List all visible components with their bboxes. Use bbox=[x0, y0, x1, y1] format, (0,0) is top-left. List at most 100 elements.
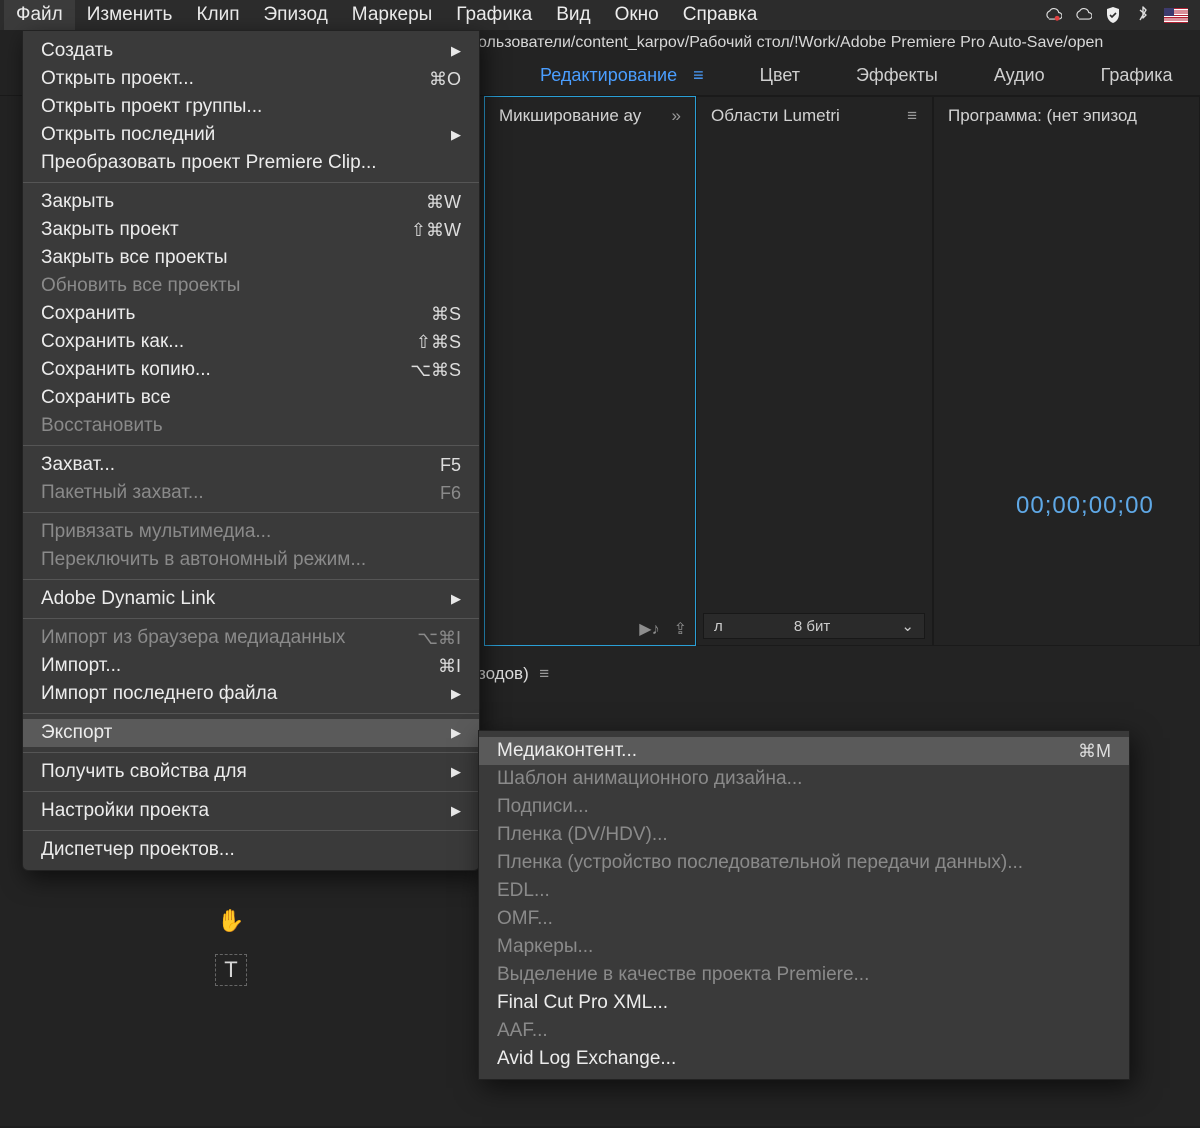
hand-tool-icon[interactable]: ✋ bbox=[216, 906, 246, 936]
panel-menu-icon[interactable]: ≡ bbox=[534, 664, 551, 683]
export-dropdown: Медиаконтент...⌘MШаблон анимационного ди… bbox=[478, 730, 1130, 1080]
menu-markers[interactable]: Маркеры bbox=[340, 0, 445, 30]
file-menu-item-3[interactable]: Открыть последний▶ bbox=[23, 121, 479, 149]
panel-menu-icon[interactable]: ≡ bbox=[907, 106, 918, 126]
menu-item-label: Захват... bbox=[41, 454, 115, 476]
submenu-arrow-icon: ▶ bbox=[451, 725, 461, 741]
menu-item-label: Открыть проект... bbox=[41, 68, 194, 90]
file-menu-item-13[interactable]: Сохранить все bbox=[23, 384, 479, 412]
export-menu-item-9[interactable]: Final Cut Pro XML... bbox=[479, 989, 1129, 1017]
menu-separator bbox=[23, 445, 479, 446]
menu-edit[interactable]: Изменить bbox=[75, 0, 185, 30]
shield-check-icon[interactable] bbox=[1104, 6, 1122, 24]
type-tool-icon[interactable]: T bbox=[215, 954, 247, 986]
file-menu-item-4[interactable]: Преобразовать проект Premiere Clip... bbox=[23, 149, 479, 177]
menubar: Файл Изменить Клип Эпизод Маркеры График… bbox=[0, 0, 1200, 30]
menu-window[interactable]: Окно bbox=[603, 0, 671, 30]
file-menu-item-6[interactable]: Закрыть⌘W bbox=[23, 188, 479, 216]
file-menu-item-26[interactable]: Импорт последнего файла▶ bbox=[23, 680, 479, 708]
menu-separator bbox=[23, 752, 479, 753]
workspace-tab-editing[interactable]: Редактирование bbox=[540, 65, 677, 86]
file-menu-item-30[interactable]: Получить свойства для▶ bbox=[23, 758, 479, 786]
menu-item-label: Подписи... bbox=[497, 796, 589, 818]
menu-item-shortcut: ⇧⌘W bbox=[411, 220, 461, 241]
chevron-right-icon[interactable]: » bbox=[672, 106, 681, 126]
export-menu-item-11[interactable]: Avid Log Exchange... bbox=[479, 1045, 1129, 1073]
workspace-tab-graphics[interactable]: Графика bbox=[1101, 65, 1173, 86]
timeline-title-text: зодов) bbox=[478, 664, 529, 683]
file-menu-item-12[interactable]: Сохранить копию...⌥⌘S bbox=[23, 356, 479, 384]
export-menu-item-0[interactable]: Медиаконтент...⌘M bbox=[479, 737, 1129, 765]
file-menu-item-7[interactable]: Закрыть проект⇧⌘W bbox=[23, 216, 479, 244]
panel-lumetri[interactable]: Области Lumetri ≡ л 8 бит ⌄ bbox=[696, 96, 933, 646]
menu-item-label: AAF... bbox=[497, 1020, 548, 1042]
panel-program[interactable]: Программа: (нет эпизод 00;00;00;00 bbox=[933, 96, 1200, 646]
play-note-icon[interactable]: ▶♪ bbox=[639, 619, 659, 639]
menu-item-shortcut: ⌥⌘I bbox=[417, 628, 461, 649]
workspace-tab-effects[interactable]: Эффекты bbox=[856, 65, 938, 86]
menu-file[interactable]: Файл bbox=[4, 0, 75, 30]
menu-item-label: EDL... bbox=[497, 880, 550, 902]
file-menu-item-16[interactable]: Захват...F5 bbox=[23, 451, 479, 479]
workspace-menu-icon[interactable]: ≡ bbox=[693, 65, 704, 86]
menu-item-label: Настройки проекта bbox=[41, 800, 209, 822]
menu-help[interactable]: Справка bbox=[671, 0, 770, 30]
menu-item-label: Пакетный захват... bbox=[41, 482, 204, 504]
export-menu-item-4: Пленка (устройство последовательной пере… bbox=[479, 849, 1129, 877]
menu-item-label: Пленка (DV/HDV)... bbox=[497, 824, 668, 846]
chevron-down-icon: ⌄ bbox=[901, 617, 914, 635]
cloud-icon[interactable] bbox=[1074, 6, 1092, 24]
menu-separator bbox=[23, 182, 479, 183]
file-menu-item-25[interactable]: Импорт...⌘I bbox=[23, 652, 479, 680]
panel-title: Микширование ау bbox=[499, 106, 641, 126]
flag-us-icon[interactable] bbox=[1164, 8, 1188, 23]
menu-item-label: Импорт... bbox=[41, 655, 121, 677]
menu-item-label: Пленка (устройство последовательной пере… bbox=[497, 852, 1023, 874]
menu-item-label: Импорт последнего файла bbox=[41, 683, 277, 705]
file-menu-item-0[interactable]: Создать▶ bbox=[23, 37, 479, 65]
menu-item-label: Final Cut Pro XML... bbox=[497, 992, 668, 1014]
workspace-tab-audio[interactable]: Аудио bbox=[994, 65, 1045, 86]
submenu-arrow-icon: ▶ bbox=[451, 803, 461, 819]
menu-item-label: Экспорт bbox=[41, 722, 112, 744]
menu-item-label: Adobe Dynamic Link bbox=[41, 588, 215, 610]
export-icon[interactable]: ⇪ bbox=[674, 619, 687, 639]
file-menu-item-1[interactable]: Открыть проект...⌘O bbox=[23, 65, 479, 93]
panel-audio-mixer[interactable]: Микширование ау » ▶♪ ⇪ bbox=[484, 96, 696, 646]
cloud-sync-icon[interactable] bbox=[1044, 6, 1062, 24]
menubar-tray bbox=[1044, 6, 1196, 24]
menu-item-label: Медиаконтент... bbox=[497, 740, 637, 762]
menu-separator bbox=[23, 512, 479, 513]
menu-clip[interactable]: Клип bbox=[184, 0, 251, 30]
file-menu-item-28[interactable]: Экспорт ▶ bbox=[23, 719, 479, 747]
export-menu-item-8: Выделение в качестве проекта Premiere... bbox=[479, 961, 1129, 989]
menu-item-label: Закрыть bbox=[41, 191, 114, 213]
file-menu-item-2[interactable]: Открыть проект группы... bbox=[23, 93, 479, 121]
menu-sequence[interactable]: Эпизод bbox=[252, 0, 340, 30]
menu-item-label: Диспетчер проектов... bbox=[41, 839, 235, 861]
export-menu-item-2: Подписи... bbox=[479, 793, 1129, 821]
menu-graphics[interactable]: Графика bbox=[444, 0, 544, 30]
file-menu-item-22[interactable]: Adobe Dynamic Link▶ bbox=[23, 585, 479, 613]
bit-depth-select[interactable]: л 8 бит ⌄ bbox=[703, 613, 925, 639]
menu-separator bbox=[23, 579, 479, 580]
menu-separator bbox=[23, 830, 479, 831]
menu-view[interactable]: Вид bbox=[544, 0, 602, 30]
export-menu-item-6: OMF... bbox=[479, 905, 1129, 933]
workspace-tab-color[interactable]: Цвет bbox=[760, 65, 800, 86]
file-menu-item-14: Восстановить bbox=[23, 412, 479, 440]
file-menu-item-34[interactable]: Диспетчер проектов... bbox=[23, 836, 479, 864]
file-menu-item-32[interactable]: Настройки проекта ▶ bbox=[23, 797, 479, 825]
file-menu-item-10[interactable]: Сохранить⌘S bbox=[23, 300, 479, 328]
file-menu-item-19: Привязать мультимедиа... bbox=[23, 518, 479, 546]
file-menu-item-24: Импорт из браузера медиаданных⌥⌘I bbox=[23, 624, 479, 652]
file-menu-item-11[interactable]: Сохранить как...⇧⌘S bbox=[23, 328, 479, 356]
menu-item-label: Сохранить bbox=[41, 303, 135, 325]
menu-item-label: Сохранить как... bbox=[41, 331, 184, 353]
menu-item-label: Выделение в качестве проекта Premiere... bbox=[497, 964, 869, 986]
file-menu-item-8[interactable]: Закрыть все проекты bbox=[23, 244, 479, 272]
program-timecode: 00;00;00;00 bbox=[1016, 492, 1154, 520]
menu-item-label: Открыть проект группы... bbox=[41, 96, 262, 118]
bluetooth-icon[interactable] bbox=[1134, 6, 1152, 24]
file-menu-item-20: Переключить в автономный режим... bbox=[23, 546, 479, 574]
